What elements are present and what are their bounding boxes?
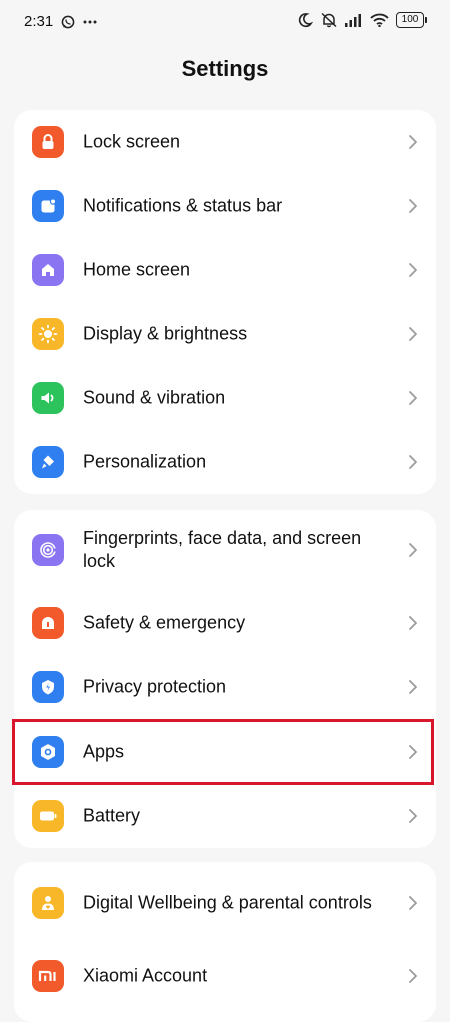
chevron-right-icon bbox=[409, 263, 417, 277]
setting-home-screen[interactable]: Home screen bbox=[14, 238, 436, 302]
battery-icon: 100 bbox=[396, 12, 427, 28]
setting-label: Personalization bbox=[83, 451, 207, 472]
page-title: Settings bbox=[181, 56, 269, 81]
settings-group-3: Digital Wellbeing & parental controls Xi… bbox=[14, 862, 436, 1022]
wellbeing-icon bbox=[32, 887, 64, 919]
wifi-icon bbox=[370, 13, 389, 27]
privacy-icon bbox=[32, 671, 64, 703]
setting-label: Lock screen bbox=[83, 131, 181, 152]
setting-label: Safety & emergency bbox=[83, 612, 246, 633]
setting-label: Fingerprints, face data, and screen lock bbox=[83, 528, 362, 571]
status-left: 2:31 bbox=[24, 13, 97, 30]
setting-label: Apps bbox=[83, 741, 125, 762]
apps-icon bbox=[32, 736, 64, 768]
setting-label: Xiaomi Account bbox=[83, 965, 208, 986]
battery-setting-icon bbox=[32, 800, 64, 832]
home-icon bbox=[32, 254, 64, 286]
chevron-right-icon bbox=[409, 391, 417, 405]
chevron-right-icon bbox=[409, 680, 417, 694]
whatsapp-icon bbox=[61, 15, 75, 28]
notification-icon bbox=[32, 190, 64, 222]
emergency-icon bbox=[32, 607, 64, 639]
setting-sound-vibration[interactable]: Sound & vibration bbox=[14, 366, 436, 430]
settings-group-2: Fingerprints, face data, and screen lock… bbox=[14, 510, 436, 848]
fingerprint-icon bbox=[32, 534, 64, 566]
setting-label: Digital Wellbeing & parental controls bbox=[83, 892, 372, 913]
setting-personalization[interactable]: Personalization bbox=[14, 430, 436, 494]
chevron-right-icon bbox=[409, 199, 417, 213]
chevron-right-icon bbox=[409, 543, 417, 557]
setting-battery[interactable]: Battery bbox=[14, 784, 436, 848]
chevron-right-icon bbox=[409, 969, 417, 983]
moon-icon bbox=[298, 13, 313, 28]
setting-label: Battery bbox=[83, 805, 141, 826]
setting-label: Privacy protection bbox=[83, 676, 227, 697]
setting-privacy-protection[interactable]: Privacy protection bbox=[14, 655, 436, 719]
setting-display-brightness[interactable]: Display & brightness bbox=[14, 302, 436, 366]
setting-lock-screen[interactable]: Lock screen bbox=[14, 110, 436, 174]
silent-bell-icon bbox=[321, 12, 337, 28]
setting-label: Notifications & status bar bbox=[83, 195, 283, 216]
status-right: 100 bbox=[297, 12, 427, 28]
status-bar: 2:31 100 bbox=[0, 0, 450, 44]
setting-apps[interactable]: Apps bbox=[14, 720, 436, 784]
status-time: 2:31 bbox=[24, 13, 54, 30]
signal-icon bbox=[345, 14, 361, 27]
chevron-right-icon bbox=[409, 135, 417, 149]
setting-label: Home screen bbox=[83, 259, 191, 280]
setting-label: Sound & vibration bbox=[83, 387, 226, 408]
chevron-right-icon bbox=[409, 809, 417, 823]
chevron-right-icon bbox=[409, 896, 417, 910]
more-dots-icon bbox=[83, 20, 97, 23]
chevron-right-icon bbox=[409, 327, 417, 341]
setting-notifications[interactable]: Notifications & status bar bbox=[14, 174, 436, 238]
setting-xiaomi-account[interactable]: Xiaomi Account bbox=[14, 944, 436, 1008]
brush-icon bbox=[32, 446, 64, 478]
settings-group-1: Lock screen Notifications & status bar H… bbox=[14, 110, 436, 494]
speaker-icon bbox=[32, 382, 64, 414]
chevron-right-icon bbox=[409, 616, 417, 630]
chevron-right-icon bbox=[409, 745, 417, 759]
lock-icon bbox=[32, 126, 64, 158]
sun-icon bbox=[32, 318, 64, 350]
mi-icon bbox=[32, 960, 64, 992]
setting-safety-emergency[interactable]: Safety & emergency bbox=[14, 591, 436, 655]
setting-label: Display & brightness bbox=[83, 323, 248, 344]
setting-digital-wellbeing[interactable]: Digital Wellbeing & parental controls bbox=[14, 868, 436, 938]
chevron-right-icon bbox=[409, 455, 417, 469]
setting-fingerprints[interactable]: Fingerprints, face data, and screen lock bbox=[14, 516, 436, 584]
